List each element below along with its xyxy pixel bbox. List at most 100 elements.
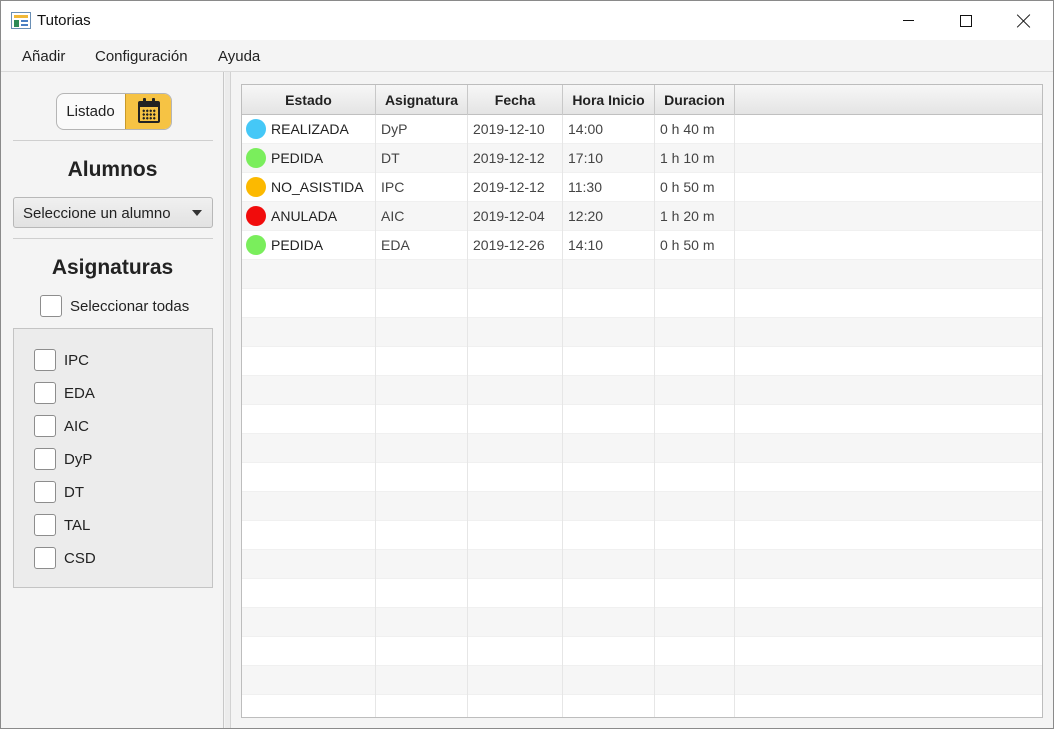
hora-inicio-cell [563, 550, 655, 579]
filler-cell [735, 202, 1042, 231]
duracion-cell [655, 579, 735, 608]
table-row-empty[interactable] [242, 347, 1042, 376]
duracion-cell [655, 376, 735, 405]
table-row-empty[interactable] [242, 405, 1042, 434]
calendar-toggle-button[interactable] [125, 94, 171, 129]
column-header-hora-inicio[interactable]: Hora Inicio [563, 85, 655, 115]
filler-cell [735, 463, 1042, 492]
asignatura-cell: DT [376, 144, 468, 173]
table-row[interactable]: PEDIDA EDA 2019-12-26 14:10 0 h 50 m [242, 231, 1042, 260]
asignatura-cell: EDA [376, 231, 468, 260]
hora-inicio-cell: 17:10 [563, 144, 655, 173]
filler-cell [735, 376, 1042, 405]
hora-inicio-cell [563, 608, 655, 637]
subject-item-dyp: DyP [34, 448, 92, 470]
estado-cell: PEDIDA [242, 231, 376, 260]
fecha-cell: 2019-12-12 [468, 173, 563, 202]
menu-bar: Añadir Configuración Ayuda [1, 40, 1053, 72]
fecha-cell [468, 347, 563, 376]
fecha-cell [468, 550, 563, 579]
hora-inicio-cell [563, 260, 655, 289]
asignatura-cell: AIC [376, 202, 468, 231]
table-row[interactable]: REALIZADA DyP 2019-12-10 14:00 0 h 40 m [242, 115, 1042, 144]
select-all-checkbox[interactable] [40, 295, 62, 317]
table-row[interactable]: PEDIDA DT 2019-12-12 17:10 1 h 10 m [242, 144, 1042, 173]
column-header-estado[interactable]: Estado [242, 85, 376, 115]
asignatura-cell [376, 376, 468, 405]
table-row-empty[interactable] [242, 579, 1042, 608]
table-row-empty[interactable] [242, 376, 1042, 405]
hora-inicio-cell [563, 347, 655, 376]
subject-item-ipc: IPC [34, 349, 89, 371]
estado-cell [242, 434, 376, 463]
estado-cell [242, 608, 376, 637]
maximize-button[interactable] [937, 1, 995, 40]
table-row[interactable]: ANULADA AIC 2019-12-04 12:20 1 h 20 m [242, 202, 1042, 231]
table-row-empty[interactable] [242, 318, 1042, 347]
fecha-cell [468, 318, 563, 347]
estado-cell [242, 666, 376, 695]
fecha-cell [468, 666, 563, 695]
split-pane-divider[interactable] [225, 72, 231, 728]
menu-configuracion[interactable]: Configuración [95, 48, 188, 65]
subject-checkbox[interactable] [34, 415, 56, 437]
estado-cell [242, 463, 376, 492]
listado-toggle-button[interactable]: Listado [57, 94, 124, 129]
subject-label: DT [64, 483, 84, 501]
subject-checkbox[interactable] [34, 514, 56, 536]
subject-checkbox[interactable] [34, 448, 56, 470]
column-header-filler [735, 85, 1042, 115]
table-row-empty[interactable] [242, 492, 1042, 521]
select-all-option: Seleccionar todas [40, 295, 189, 317]
table-row-empty[interactable] [242, 608, 1042, 637]
subject-item-eda: EDA [34, 382, 95, 404]
fecha-cell [468, 463, 563, 492]
title-bar: Tutorias [1, 1, 1053, 40]
filler-cell [735, 115, 1042, 144]
table-row-empty[interactable] [242, 637, 1042, 666]
estado-cell [242, 318, 376, 347]
menu-ayuda[interactable]: Ayuda [218, 48, 260, 65]
fecha-cell [468, 260, 563, 289]
subject-checkbox[interactable] [34, 481, 56, 503]
table-row-empty[interactable] [242, 550, 1042, 579]
subject-label: EDA [64, 384, 95, 402]
asignatura-cell: DyP [376, 115, 468, 144]
table-row-empty[interactable] [242, 289, 1042, 318]
close-button[interactable] [995, 1, 1053, 40]
table-row-empty[interactable] [242, 434, 1042, 463]
subject-checkbox[interactable] [34, 547, 56, 569]
table-row-empty[interactable] [242, 521, 1042, 550]
estado-cell [242, 347, 376, 376]
calendar-icon [138, 97, 160, 123]
fecha-cell [468, 521, 563, 550]
duracion-cell [655, 434, 735, 463]
minimize-button[interactable] [879, 1, 937, 40]
fecha-cell [468, 637, 563, 666]
hora-inicio-cell: 14:10 [563, 231, 655, 260]
subject-checkbox[interactable] [34, 349, 56, 371]
subject-item-aic: AIC [34, 415, 89, 437]
subject-label: TAL [64, 516, 91, 534]
table-row-empty[interactable] [242, 463, 1042, 492]
table-row-empty[interactable] [242, 260, 1042, 289]
duracion-cell [655, 608, 735, 637]
sidebar-divider [13, 140, 213, 141]
table-row-empty[interactable] [242, 695, 1042, 717]
asignatura-cell [376, 550, 468, 579]
window-title: Tutorias [37, 12, 91, 29]
table-row-empty[interactable] [242, 666, 1042, 695]
filler-cell [735, 695, 1042, 717]
column-header-asignatura[interactable]: Asignatura [376, 85, 468, 115]
fecha-cell: 2019-12-26 [468, 231, 563, 260]
subject-item-dt: DT [34, 481, 84, 503]
table-row[interactable]: NO_ASISTIDA IPC 2019-12-12 11:30 0 h 50 m [242, 173, 1042, 202]
filler-cell [735, 492, 1042, 521]
asignatura-cell [376, 463, 468, 492]
column-header-duracion[interactable]: Duracion [655, 85, 735, 115]
column-header-fecha[interactable]: Fecha [468, 85, 563, 115]
alumno-combobox[interactable]: Seleccione un alumno [13, 197, 213, 228]
menu-anadir[interactable]: Añadir [22, 48, 65, 65]
estado-cell: ANULADA [242, 202, 376, 231]
subject-checkbox[interactable] [34, 382, 56, 404]
